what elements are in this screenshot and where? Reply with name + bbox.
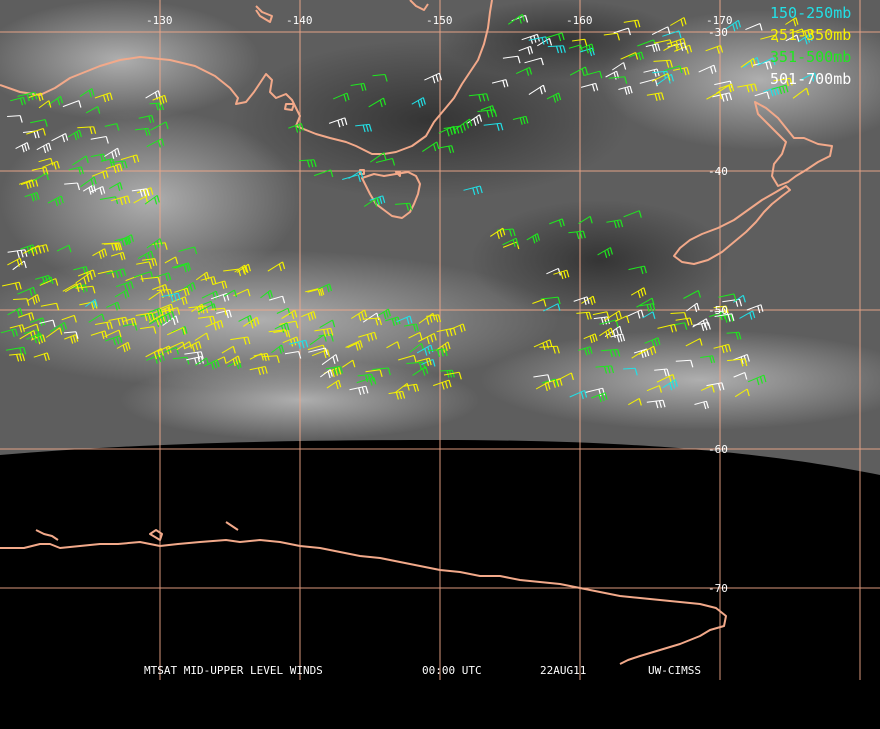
legend-item-501-700mb: 501-700mb [770, 70, 851, 88]
latitude-label: -30 [708, 26, 728, 39]
wind-barb [440, 369, 453, 372]
legend-item-351-500mb: 351-500mb [770, 48, 851, 66]
latitude-label: -40 [708, 165, 728, 178]
valid-date: 22AUG11 [540, 664, 587, 677]
wind-barb [149, 102, 162, 105]
valid-time: 00:00 UTC [422, 664, 482, 677]
antarctica-peninsula [35, 529, 59, 541]
longitude-label: -150 [426, 14, 453, 27]
caption-bar: MTSAT MID-UPPER LEVEL WINDS 00:00 UTC 22… [0, 664, 880, 678]
latitude-label: -60 [708, 443, 728, 456]
latitude-label: -70 [708, 582, 728, 595]
latitude-label: -50 [708, 304, 728, 317]
legend-item-150-250mb: 150-250mb [770, 4, 851, 22]
longitude-label: -140 [286, 14, 313, 27]
antarctica-coastline [0, 539, 727, 665]
satellite-wind-map: -130 -140 -150 -160 -170 -30 -40 -50 -60… [0, 0, 880, 680]
wind-barb [623, 367, 636, 370]
legend-item-251-350mb: 251-350mb [770, 26, 851, 44]
data-source: UW-CIMSS [648, 664, 701, 677]
product-title: MTSAT MID-UPPER LEVEL WINDS [144, 664, 323, 677]
antarctica-ice-edge [149, 521, 239, 541]
longitude-label: -130 [146, 14, 173, 27]
longitude-label: -160 [566, 14, 593, 27]
